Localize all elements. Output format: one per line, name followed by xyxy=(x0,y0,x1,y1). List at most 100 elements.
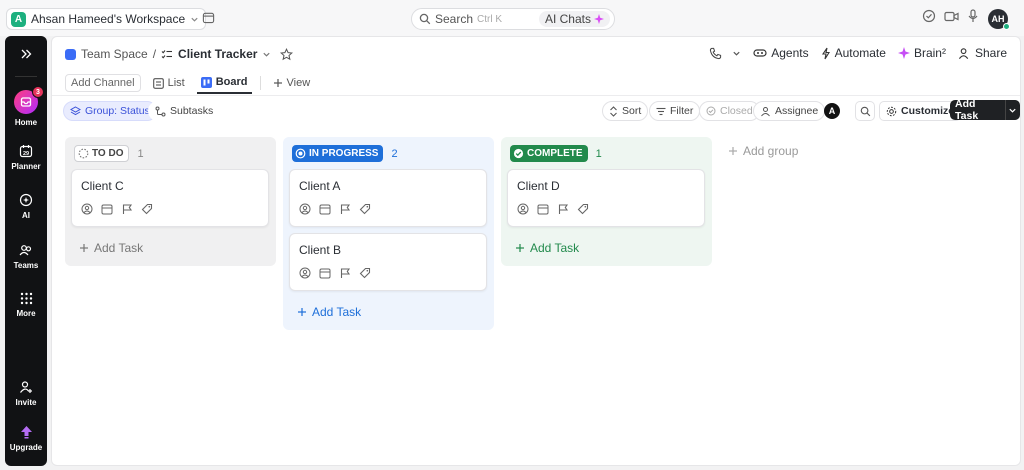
filter-button[interactable]: Filter xyxy=(649,101,701,121)
share-button[interactable]: Share xyxy=(958,46,1007,60)
calendar-icon[interactable] xyxy=(319,267,331,279)
add-group-button[interactable]: Add group xyxy=(728,144,798,158)
ai-chats-button[interactable]: AI Chats xyxy=(538,11,610,27)
sidebar-item-label: Teams xyxy=(13,261,39,270)
sidebar-item-upgrade[interactable]: Upgrade xyxy=(5,425,47,452)
closed-toggle[interactable]: Closed xyxy=(699,101,760,121)
microphone-icon[interactable] xyxy=(967,9,979,23)
progress-circle-icon xyxy=(295,148,306,159)
gear-icon xyxy=(886,106,897,117)
svg-text:29: 29 xyxy=(23,151,29,157)
online-status-dot xyxy=(1003,23,1010,30)
left-sidebar: 3 Home 29 Planner AI Teams More Invite U… xyxy=(5,36,47,466)
star-icon[interactable] xyxy=(280,47,294,61)
assignee-icon[interactable] xyxy=(517,203,529,215)
tag-icon[interactable] xyxy=(577,203,589,215)
flag-icon[interactable] xyxy=(121,203,133,215)
add-view-button[interactable]: View xyxy=(269,72,315,94)
search-bar[interactable]: Search Ctrl K AI Chats xyxy=(411,8,615,30)
customize-button[interactable]: Customize xyxy=(879,101,962,121)
calendar-icon[interactable] xyxy=(537,203,549,215)
workspace-name: Ahsan Hameed's Workspace xyxy=(31,12,186,26)
tag-icon[interactable] xyxy=(359,203,371,215)
add-task-link[interactable]: Add Task xyxy=(79,241,143,255)
board-icon xyxy=(200,76,212,88)
flag-icon[interactable] xyxy=(557,203,569,215)
tag-icon[interactable] xyxy=(141,203,153,215)
status-badge[interactable]: IN PROGRESS xyxy=(292,145,384,162)
automate-button[interactable]: Automate xyxy=(821,46,886,60)
sidebar-item-planner[interactable]: 29 Planner xyxy=(5,144,47,171)
add-group-label: Add group xyxy=(743,144,799,158)
video-icon[interactable] xyxy=(944,10,959,23)
assignee-icon[interactable] xyxy=(299,267,311,279)
grid-dots-icon xyxy=(20,292,33,305)
sidebar-item-label: More xyxy=(16,309,36,318)
column-header: TO DO 1 xyxy=(74,145,144,162)
search-label: Search xyxy=(435,12,474,26)
chevron-down-icon[interactable] xyxy=(262,50,271,59)
assignee-label: Assignee xyxy=(775,105,819,117)
task-check-icon[interactable] xyxy=(922,9,936,23)
list-icon xyxy=(152,77,164,89)
task-card-actions xyxy=(517,203,589,215)
subtasks-button[interactable]: Subtasks xyxy=(148,101,221,121)
sidebar-item-more[interactable]: More xyxy=(5,292,47,318)
task-card[interactable]: Client A xyxy=(289,169,487,227)
agents-button[interactable]: Agents xyxy=(753,46,809,60)
sidebar-item-invite[interactable]: Invite xyxy=(5,380,47,407)
calendar-icon[interactable] xyxy=(319,203,331,215)
add-task-link[interactable]: Add Task xyxy=(515,241,579,255)
sidebar-item-teams[interactable]: Teams xyxy=(5,243,47,270)
user-avatar[interactable]: AH xyxy=(988,9,1010,30)
main-panel: Team Space / Client Tracker Agents Autom… xyxy=(51,36,1021,466)
workspace-switcher[interactable]: A Ahsan Hameed's Workspace xyxy=(6,8,207,30)
status-label: COMPLETE xyxy=(527,148,583,159)
sort-button[interactable]: Sort xyxy=(602,101,649,121)
collapse-sidebar-button[interactable] xyxy=(5,48,47,60)
assignee-icon[interactable] xyxy=(299,203,311,215)
phone-dropdown[interactable] xyxy=(709,47,741,60)
sidebar-item-ai[interactable]: AI xyxy=(5,193,47,220)
flag-icon[interactable] xyxy=(339,267,351,279)
breadcrumb-list[interactable]: Client Tracker xyxy=(178,47,257,61)
ai-chats-label: AI Chats xyxy=(544,12,591,26)
add-task-dropdown[interactable] xyxy=(1004,100,1020,120)
calendar-icon[interactable] xyxy=(101,203,113,215)
search-icon xyxy=(860,106,871,117)
tab-divider xyxy=(259,76,261,90)
planner-calendar-icon: 29 xyxy=(19,144,33,158)
task-card[interactable]: Client B xyxy=(289,233,487,291)
status-badge[interactable]: COMPLETE xyxy=(510,145,588,162)
brain-button[interactable]: Brain² xyxy=(897,46,946,60)
chevron-down-icon xyxy=(190,15,199,24)
add-channel-button[interactable]: Add Channel xyxy=(65,74,141,92)
tab-list[interactable]: List xyxy=(149,72,189,94)
workspace-avatar: A xyxy=(11,11,26,27)
assignee-avatar[interactable]: A xyxy=(824,103,840,119)
flag-icon[interactable] xyxy=(339,203,351,215)
board-column-todo: TO DO 1 Client C Add Task xyxy=(65,137,276,266)
sort-label: Sort xyxy=(622,105,642,117)
group-by-status-button[interactable]: Group: Status xyxy=(63,101,157,121)
sidebar-item-home[interactable]: 3 Home xyxy=(5,86,47,127)
status-badge[interactable]: TO DO xyxy=(74,145,130,162)
task-name: Client B xyxy=(299,243,342,257)
chevron-down-icon xyxy=(732,49,741,58)
task-card[interactable]: Client C xyxy=(71,169,269,227)
calendar-icon[interactable] xyxy=(202,11,215,24)
tab-board[interactable]: Board xyxy=(196,72,252,94)
add-task-button[interactable]: Add Task xyxy=(950,98,1020,122)
customize-label: Customize xyxy=(901,105,955,117)
brain-label: Brain² xyxy=(913,46,946,60)
task-card[interactable]: Client D xyxy=(507,169,705,227)
breadcrumb-space[interactable]: Team Space xyxy=(81,47,148,61)
assignee-button[interactable]: Assignee xyxy=(753,101,826,121)
plus-icon xyxy=(515,243,525,253)
search-tasks-button[interactable] xyxy=(855,101,875,121)
add-task-link[interactable]: Add Task xyxy=(297,305,361,319)
sort-icon xyxy=(609,105,618,117)
tag-icon[interactable] xyxy=(359,267,371,279)
plus-icon xyxy=(297,307,307,317)
assignee-icon[interactable] xyxy=(81,203,93,215)
